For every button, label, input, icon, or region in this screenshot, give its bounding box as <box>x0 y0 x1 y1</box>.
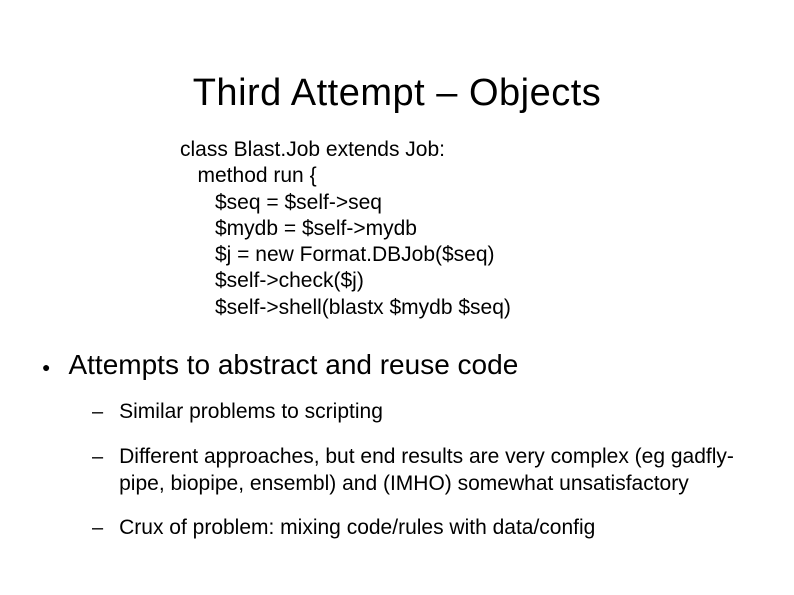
code-line: method run { <box>180 164 317 187</box>
dash-icon: – <box>92 444 103 470</box>
bullet-icon: ● <box>42 360 50 374</box>
slide: Third Attempt – Objects class Blast.Job … <box>0 0 794 595</box>
list-item: ● Attempts to abstract and reuse code <box>42 349 754 381</box>
code-line: $self->check($j) <box>180 269 364 292</box>
bullet-text: Similar problems to scripting <box>119 399 383 426</box>
code-line: $j = new Format.DBJob($seq) <box>180 243 495 266</box>
dash-icon: – <box>92 399 103 425</box>
list-item: – Crux of problem: mixing code/rules wit… <box>92 515 734 542</box>
bullet-text: Different approaches, but end results ar… <box>119 444 734 498</box>
slide-title: Third Attempt – Objects <box>0 0 794 115</box>
code-line: class Blast.Job extends Job: <box>180 138 445 161</box>
code-example: class Blast.Job extends Job: method run … <box>180 137 794 321</box>
code-line: $seq = $self->seq <box>180 191 382 214</box>
bullet-text: Crux of problem: mixing code/rules with … <box>119 515 595 542</box>
bullet-text: Attempts to abstract and reuse code <box>68 349 518 381</box>
dash-icon: – <box>92 515 103 541</box>
bullet-list: ● Attempts to abstract and reuse code – … <box>42 349 754 543</box>
list-item: – Similar problems to scripting <box>92 399 734 426</box>
list-item: – Different approaches, but end results … <box>92 444 734 498</box>
code-line: $mydb = $self->mydb <box>180 217 417 240</box>
code-line: $self->shell(blastx $mydb $seq) <box>180 296 511 319</box>
